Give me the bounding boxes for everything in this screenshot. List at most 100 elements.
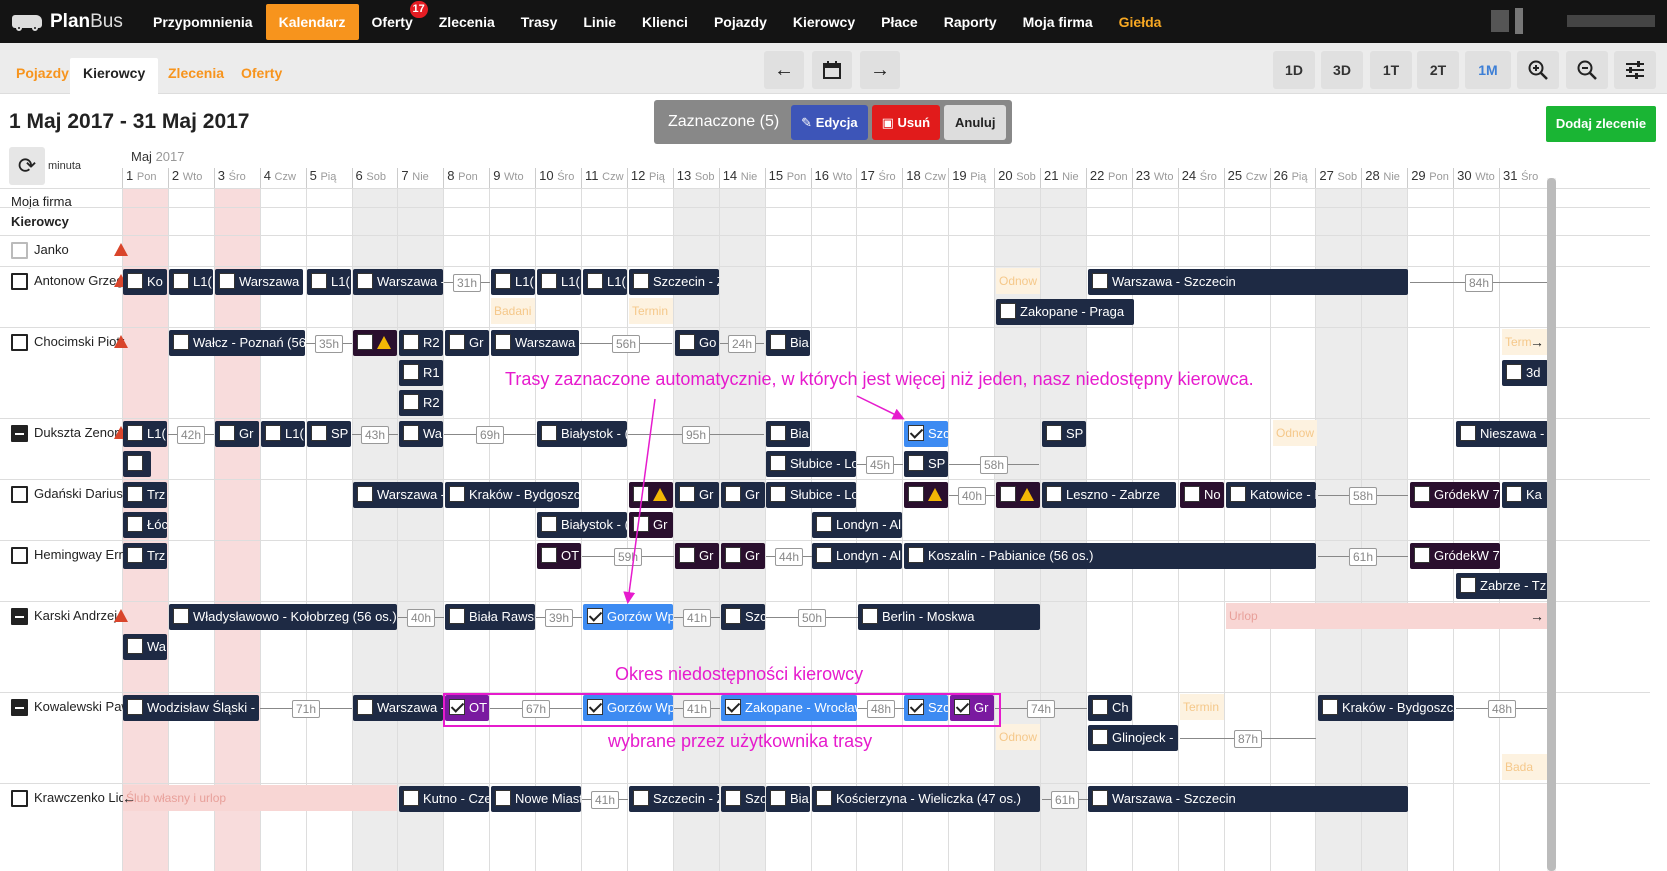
route-event[interactable]: Szc (721, 604, 765, 630)
route-checkbox[interactable] (127, 547, 143, 563)
driver-checkbox[interactable] (11, 334, 28, 352)
route-checkbox[interactable] (725, 790, 741, 806)
nav-linie[interactable]: Linie (570, 4, 629, 40)
zoom-in-button[interactable] (1517, 51, 1559, 89)
route-checkbox[interactable] (173, 608, 189, 624)
route-event[interactable] (123, 451, 151, 477)
zoom-out-button[interactable] (1566, 51, 1608, 89)
route-checkbox[interactable] (1506, 486, 1522, 502)
route-event[interactable]: Bia (766, 421, 810, 447)
route-checkbox[interactable] (1092, 729, 1108, 745)
route-event[interactable] (996, 482, 1040, 508)
route-checkbox[interactable] (633, 273, 649, 289)
view-1t-button[interactable]: 1T (1370, 51, 1412, 89)
driver-checkbox[interactable] (11, 790, 28, 808)
route-event[interactable]: Łóc (123, 512, 167, 538)
route-checkbox[interactable] (1414, 547, 1430, 563)
route-checkbox[interactable] (725, 486, 741, 502)
route-event[interactable]: Białystok - ( (537, 512, 627, 538)
driver-checkbox[interactable] (11, 486, 28, 504)
route-checkbox[interactable] (1322, 699, 1338, 715)
driver-name[interactable]: Chocimski Piotr (34, 334, 124, 349)
route-event[interactable]: Nowe Miast (491, 786, 581, 812)
route-event[interactable]: OT (537, 543, 581, 569)
route-checkbox[interactable] (127, 699, 143, 715)
route-event[interactable]: Kościerzyna - Wieliczka (47 os.) (812, 786, 1040, 812)
route-checkbox[interactable] (127, 486, 143, 502)
route-event[interactable]: L1( (583, 269, 627, 295)
route-event[interactable]: Kraków - Bydgoszcz (1318, 695, 1454, 721)
cancel-button[interactable]: Anuluj (944, 104, 1007, 140)
nav-gielda[interactable]: Giełda (1106, 4, 1175, 40)
edit-button[interactable]: ✎ Edycja (791, 104, 868, 140)
unavailability-period[interactable]: Termin (1180, 694, 1224, 720)
nav-przypomnienia[interactable]: Przypomnienia (140, 4, 266, 40)
route-checkbox[interactable] (908, 547, 924, 563)
route-event[interactable]: Go (675, 330, 719, 356)
route-checkbox[interactable] (770, 790, 786, 806)
route-checkbox[interactable] (633, 516, 649, 532)
route-event[interactable]: Warszawa - (353, 482, 443, 508)
route-checkbox[interactable] (908, 425, 924, 441)
unavailability-period[interactable]: Bada (1502, 754, 1548, 780)
route-checkbox[interactable] (495, 790, 511, 806)
route-checkbox[interactable] (1000, 303, 1016, 319)
route-checkbox[interactable] (127, 516, 143, 532)
route-checkbox[interactable] (908, 455, 924, 471)
route-event[interactable] (904, 482, 948, 508)
route-event[interactable]: Gr (675, 543, 719, 569)
route-checkbox[interactable] (633, 790, 649, 806)
view-2t-button[interactable]: 2T (1417, 51, 1459, 89)
route-event[interactable]: Leszno - Zabrze (1042, 482, 1176, 508)
route-event[interactable]: Glinojeck - I (1088, 725, 1178, 751)
route-checkbox[interactable] (403, 364, 419, 380)
route-event[interactable]: Londyn - Al (812, 512, 902, 538)
route-checkbox[interactable] (127, 425, 143, 441)
route-event[interactable]: 3d (1502, 360, 1548, 386)
nav-kierowcy[interactable]: Kierowcy (780, 4, 868, 40)
driver-checkbox[interactable] (11, 547, 28, 565)
route-checkbox[interactable] (173, 273, 189, 289)
route-checkbox[interactable] (770, 334, 786, 350)
route-checkbox[interactable] (1460, 577, 1476, 593)
unavailability-period[interactable]: Odnow (1273, 420, 1317, 446)
route-event[interactable]: SP (904, 451, 948, 477)
route-checkbox[interactable] (403, 425, 419, 441)
route-checkbox[interactable] (1184, 486, 1200, 502)
driver-checkbox[interactable] (11, 242, 28, 260)
route-checkbox[interactable] (173, 334, 189, 350)
route-event[interactable]: Gorzów Wp (583, 604, 673, 630)
route-event[interactable]: Wałcz - Poznań (56 os.) (169, 330, 305, 356)
driver-checkbox[interactable] (11, 699, 28, 717)
route-checkbox[interactable] (449, 608, 465, 624)
driver-checkbox[interactable] (11, 273, 28, 291)
route-event[interactable]: Wa (399, 421, 443, 447)
route-event[interactable]: Bia (766, 330, 810, 356)
route-event[interactable]: No (1180, 482, 1224, 508)
route-checkbox[interactable] (725, 547, 741, 563)
route-event[interactable]: Gr (445, 330, 489, 356)
driver-name[interactable]: Kowalewski Paweł (34, 699, 130, 714)
nav-trasy[interactable]: Trasy (508, 4, 571, 40)
route-checkbox[interactable] (770, 425, 786, 441)
route-event[interactable]: SP (307, 421, 351, 447)
route-checkbox[interactable] (1092, 790, 1108, 806)
route-checkbox[interactable] (127, 455, 143, 471)
route-event[interactable]: Trz (123, 543, 167, 569)
route-checkbox[interactable] (1046, 486, 1062, 502)
unavailability-period[interactable]: Odnow (996, 724, 1040, 750)
tab-zlecenia[interactable]: Zlecenia (168, 58, 224, 94)
route-event[interactable]: Władysławowo - Kołobrzeg (56 os.) (169, 604, 397, 630)
route-event[interactable]: R2 (399, 330, 443, 356)
nav-oferty[interactable]: Oferty 17 (359, 0, 428, 40)
route-checkbox[interactable] (1230, 486, 1246, 502)
driver-name[interactable]: Krawczenko Lidia (34, 790, 130, 805)
route-event[interactable]: Zabrze - Tz (1456, 573, 1548, 599)
route-event[interactable]: Gr (721, 482, 765, 508)
route-checkbox[interactable] (449, 486, 465, 502)
route-checkbox[interactable] (1092, 699, 1108, 715)
route-event[interactable]: Warszawa - (215, 269, 303, 295)
route-checkbox[interactable] (219, 425, 235, 441)
driver-checkbox[interactable] (11, 608, 28, 626)
unavailability-period[interactable]: Termin (629, 298, 673, 324)
